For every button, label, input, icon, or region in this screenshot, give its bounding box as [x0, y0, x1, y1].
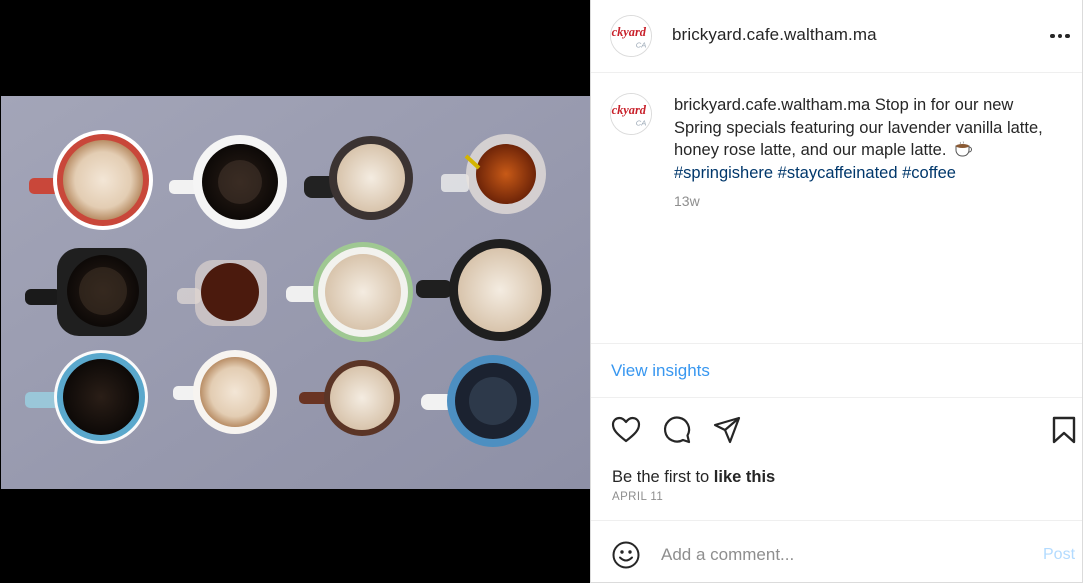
caption-hashtags[interactable]: #springishere #staycaffeinated #coffee	[674, 164, 956, 182]
like-button[interactable]	[611, 415, 641, 445]
brickyard-logo-icon: ickyard CA	[611, 16, 651, 56]
likes-summary: Be the first to like this	[612, 468, 775, 487]
likes-prefix: Be the first to	[612, 468, 714, 486]
share-button[interactable]	[712, 415, 742, 445]
emoji-button[interactable]	[611, 540, 641, 570]
view-insights-link[interactable]: View insights	[611, 361, 710, 381]
caption-username[interactable]: brickyard.cafe.waltham.ma	[674, 96, 870, 114]
logo-sub-text: CA	[636, 118, 647, 127]
logo-text: ickyard	[611, 25, 647, 39]
heart-icon	[611, 416, 641, 443]
comment-icon	[663, 416, 691, 444]
save-button[interactable]	[1050, 415, 1078, 445]
post-date: APRIL 11	[612, 491, 664, 503]
like-this-link[interactable]: like this	[714, 468, 775, 486]
more-horizontal-icon	[1050, 33, 1055, 39]
caption-section: ickyard CA brickyard.cafe.waltham.ma Sto…	[591, 74, 1082, 342]
avatar[interactable]: ickyard CA	[610, 15, 652, 57]
post-username[interactable]: brickyard.cafe.waltham.ma	[672, 25, 877, 45]
comment-bar: Post	[591, 522, 1082, 582]
more-options-button[interactable]	[1046, 24, 1074, 48]
logo-text: ickyard	[611, 103, 647, 117]
coffee-emoji	[955, 141, 972, 157]
media-panel	[0, 0, 590, 583]
instagram-post-viewer: ickyard CA brickyard.cafe.waltham.ma ick…	[0, 0, 1083, 583]
actions-section: Be the first to like this APRIL 11	[591, 399, 1082, 521]
caption-text: brickyard.cafe.waltham.ma Stop in for ou…	[674, 94, 1059, 184]
coffee-cups-photo	[1, 96, 590, 489]
caption-timestamp: 13w	[674, 193, 700, 209]
post-header: ickyard CA brickyard.cafe.waltham.ma	[591, 0, 1082, 73]
smiley-icon	[612, 541, 640, 569]
post-photo[interactable]	[1, 96, 590, 489]
logo-sub-text: CA	[636, 40, 647, 49]
insights-row: View insights	[591, 343, 1082, 398]
bookmark-icon	[1052, 416, 1076, 444]
post-comment-button[interactable]: Post	[1043, 546, 1075, 564]
caption-avatar[interactable]: ickyard CA	[610, 93, 652, 135]
paper-plane-icon	[713, 416, 741, 444]
brickyard-logo-icon: ickyard CA	[611, 94, 651, 134]
comment-button[interactable]	[662, 415, 692, 445]
post-details-panel: ickyard CA brickyard.cafe.waltham.ma ick…	[590, 0, 1083, 583]
comment-input[interactable]	[661, 541, 1031, 569]
